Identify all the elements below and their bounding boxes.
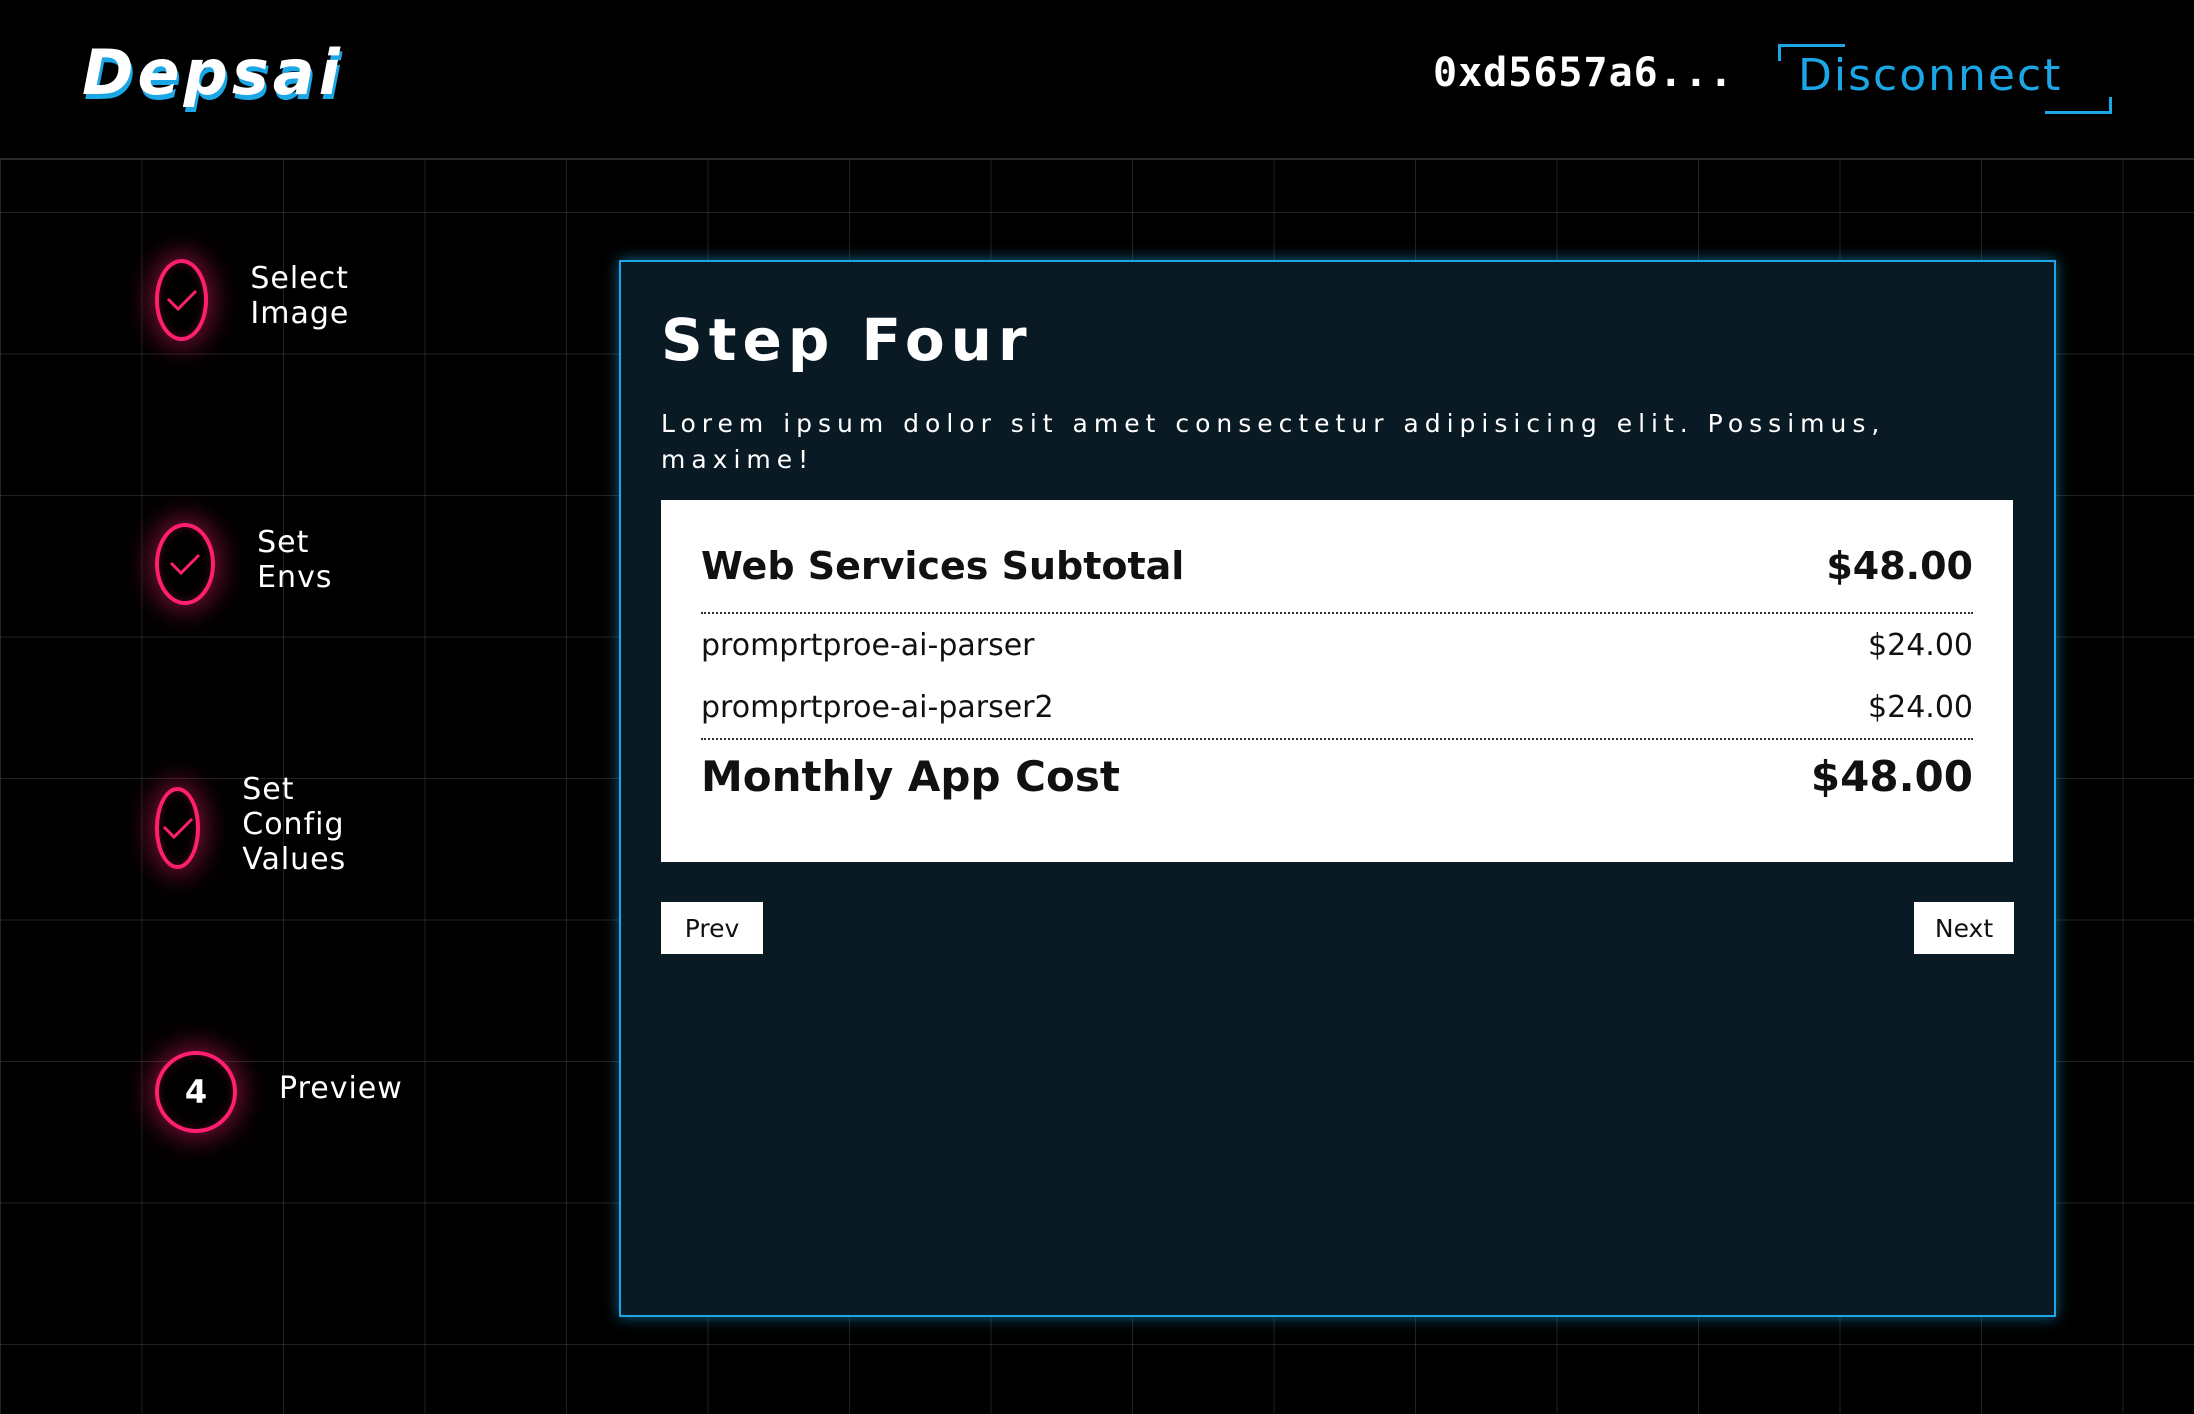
total-value: $48.00 bbox=[1810, 752, 1973, 801]
service-name: promprtproe-ai-parser2 bbox=[701, 690, 1054, 725]
step-set-envs[interactable]: Set Envs bbox=[155, 523, 354, 605]
step-set-config-values[interactable]: Set Config Values bbox=[155, 772, 383, 877]
step-label: Set Config Values bbox=[242, 771, 347, 877]
subtotal-label: Web Services Subtotal bbox=[701, 544, 1185, 588]
step-number: 4 bbox=[155, 1051, 237, 1133]
service-price: $24.00 bbox=[1868, 690, 1973, 725]
list-item: promprtproe-ai-parser $24.00 bbox=[701, 628, 1973, 663]
total-label: Monthly App Cost bbox=[701, 752, 1120, 801]
step-panel: Step Four Lorem ipsum dolor sit amet con… bbox=[619, 260, 2056, 1317]
service-price: $24.00 bbox=[1868, 628, 1973, 663]
wallet-address: 0xd5657a6... bbox=[1433, 50, 1734, 96]
disconnect-button[interactable]: Disconnect bbox=[1778, 44, 2112, 114]
step-description: Lorem ipsum dolor sit amet consectetur a… bbox=[661, 409, 1886, 474]
divider bbox=[701, 738, 1973, 740]
step-preview[interactable]: 4 Preview bbox=[155, 1051, 403, 1133]
subtotal-row: Web Services Subtotal $48.00 bbox=[701, 544, 1973, 588]
corner-decoration bbox=[2045, 97, 2112, 114]
step-select-image[interactable]: Select Image bbox=[155, 259, 378, 341]
step-indicator bbox=[155, 787, 201, 869]
top-header: Depsai 0xd5657a6... Disconnect bbox=[0, 0, 2194, 160]
divider bbox=[701, 612, 1973, 614]
list-item: promprtproe-ai-parser2 $24.00 bbox=[701, 690, 1973, 725]
step-label: Set Envs bbox=[257, 525, 333, 595]
app-logo[interactable]: Depsai bbox=[82, 36, 344, 109]
check-icon bbox=[162, 817, 193, 840]
service-name: promprtproe-ai-parser bbox=[701, 628, 1035, 663]
page-title: Step Four bbox=[661, 306, 1033, 374]
check-icon bbox=[166, 289, 197, 312]
disconnect-label: Disconnect bbox=[1798, 50, 2063, 101]
next-button[interactable]: Next bbox=[1914, 902, 2014, 954]
prev-button[interactable]: Prev bbox=[661, 902, 763, 954]
step-label: Preview bbox=[279, 1070, 403, 1106]
check-icon bbox=[169, 553, 201, 576]
total-row: Monthly App Cost $48.00 bbox=[701, 752, 1973, 801]
step-label: Select Image bbox=[250, 261, 350, 331]
step-indicator bbox=[155, 259, 209, 341]
step-indicator bbox=[155, 523, 216, 605]
cost-summary-card: Web Services Subtotal $48.00 promprtproe… bbox=[661, 500, 2013, 862]
page: Depsai 0xd5657a6... Disconnect Select Im… bbox=[0, 0, 2194, 1414]
subtotal-value: $48.00 bbox=[1826, 544, 1973, 588]
